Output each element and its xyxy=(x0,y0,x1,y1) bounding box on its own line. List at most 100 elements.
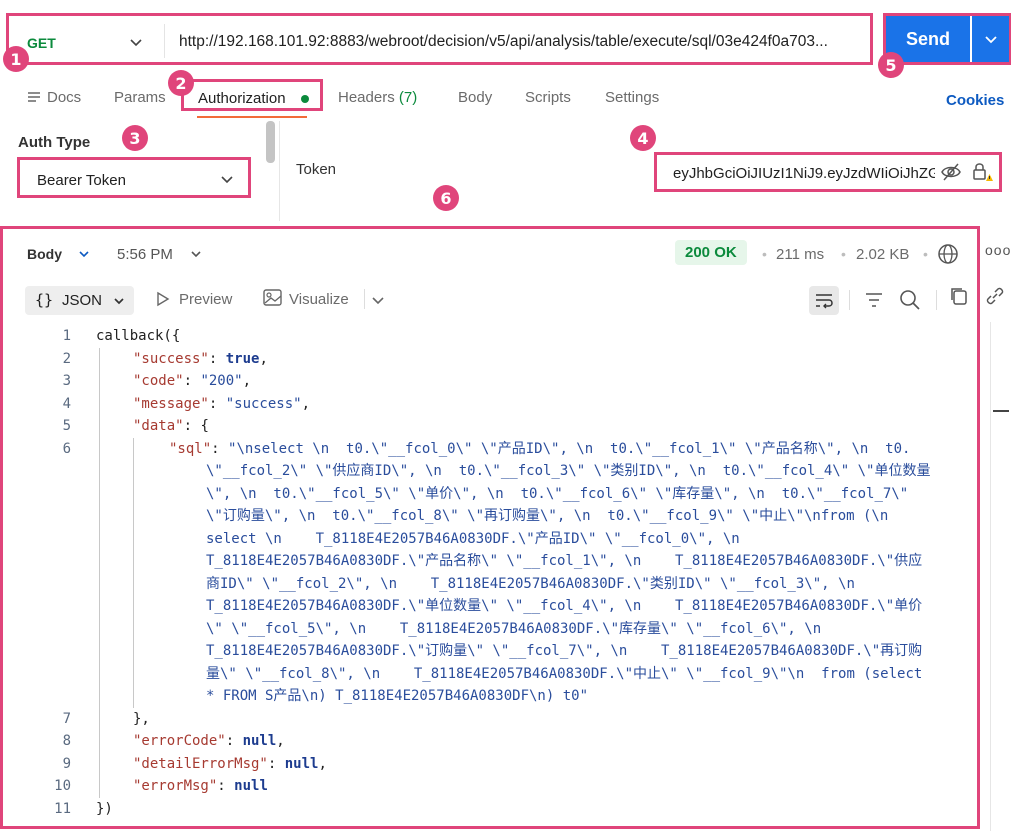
line-number: 3 xyxy=(62,373,71,389)
tab-docs[interactable]: Docs xyxy=(47,89,81,106)
json-punct: }) xyxy=(96,800,113,817)
line-number: 4 xyxy=(62,395,71,412)
copy-icon[interactable] xyxy=(949,286,969,306)
braces-icon: {} xyxy=(35,291,54,309)
json-punct: , xyxy=(301,395,311,412)
minimap-marker xyxy=(993,410,1009,412)
cookies-link[interactable]: Cookies xyxy=(946,92,1004,109)
lock-warning-icon[interactable] xyxy=(971,161,993,183)
filter-icon[interactable] xyxy=(864,291,884,309)
code-line: "success": true, xyxy=(133,348,268,370)
json-string-continuation: T_8118E4E2057B46A0830DF.\"订购量\" \"__fcol… xyxy=(206,643,923,659)
json-string-continuation: T_8118E4E2057B46A0830DF.\"单位数量\" \"__fco… xyxy=(206,598,923,614)
auth-scrollbar[interactable] xyxy=(266,121,275,163)
wrap-lines-button[interactable] xyxy=(809,286,839,315)
preview-button[interactable]: Preview xyxy=(179,291,232,308)
response-panel: Body 5:56 PM 200 OK • 211 ms • 2.02 KB •… xyxy=(0,226,980,829)
token-field[interactable]: eyJhbGciOiJIUzI1NiJ9.eyJzdWIiOiJhZG1pbiI… xyxy=(654,152,1002,192)
tab-scripts[interactable]: Scripts xyxy=(525,89,571,106)
indent-guide xyxy=(133,437,134,708)
json-colon: : xyxy=(211,440,229,457)
divider xyxy=(990,322,991,831)
visualize-button[interactable]: Visualize xyxy=(289,291,349,308)
indent-guide xyxy=(99,347,100,798)
code-line: T_8118E4E2057B46A0830DF.\"产品名称\" \"__fco… xyxy=(206,550,922,572)
response-size[interactable]: 2.02 KB xyxy=(856,246,909,263)
format-select[interactable]: {} JSON xyxy=(25,286,134,315)
link-icon[interactable] xyxy=(985,286,1005,306)
json-colon: : xyxy=(183,418,201,434)
json-string-continuation: \", \n t0.\"__fcol_5\" \"单价\", \n t0.\"_… xyxy=(206,485,909,502)
code-line: }, xyxy=(133,708,150,730)
chevron-down-icon[interactable] xyxy=(371,292,385,308)
search-icon[interactable] xyxy=(899,289,921,311)
json-value: "\nselect \n t0.\"__fcol_0\" \"产品ID\", \… xyxy=(228,440,911,457)
tab-params[interactable]: Params xyxy=(114,89,166,106)
line-number: 1 xyxy=(62,328,71,344)
json-punct: , xyxy=(259,350,268,367)
send-group: Send xyxy=(883,13,1011,65)
more-options-icon[interactable]: ooo xyxy=(985,242,1011,258)
play-icon xyxy=(156,291,170,307)
tab-headers[interactable]: Headers (7) xyxy=(338,89,417,106)
chevron-down-icon[interactable] xyxy=(129,30,143,54)
active-tab-indicator xyxy=(197,116,307,118)
json-colon: : xyxy=(183,373,201,389)
json-key: "detailErrorMsg" xyxy=(133,755,268,772)
token-label: Token xyxy=(296,161,337,178)
code-line: \"订购量\", \n t0.\"__fcol_8\" \"再订购量\", \n… xyxy=(206,505,888,527)
separator-dot: • xyxy=(841,246,846,262)
json-key: "sql" xyxy=(169,440,212,457)
method-select-label[interactable]: GET xyxy=(27,35,56,51)
response-time: 5:56 PM xyxy=(117,246,173,263)
chevron-down-icon[interactable] xyxy=(78,246,90,262)
chevron-down-icon[interactable] xyxy=(190,246,202,262)
callout-badge-1: 1 xyxy=(3,46,29,72)
callout-badge-6: 6 xyxy=(433,185,459,211)
code-line: select \n T_8118E4E2057B46A0830DF.\"产品ID… xyxy=(206,528,740,550)
tab-authorization-box[interactable]: Authorization xyxy=(181,79,323,111)
callout-badge-3: 3 xyxy=(122,125,148,151)
response-body-label[interactable]: Body xyxy=(27,246,62,262)
json-key: "message" xyxy=(133,395,209,412)
tab-headers-label: Headers xyxy=(338,89,395,106)
format-value: JSON xyxy=(62,292,103,309)
code-line: "code": "200", xyxy=(133,370,251,392)
send-options-button[interactable] xyxy=(972,16,1009,62)
json-key: "data" xyxy=(133,418,184,434)
line-number: 11 xyxy=(54,800,71,817)
json-colon: : xyxy=(208,350,226,367)
json-string-continuation: T_8118E4E2057B46A0830DF.\"产品名称\" \"__fco… xyxy=(206,553,923,569)
code-line: 商ID\" \"__fcol_2\", \n T_8118E4E2057B46A… xyxy=(206,573,855,595)
line-number xyxy=(3,595,71,617)
active-dot xyxy=(301,95,309,103)
line-number: 10 xyxy=(54,778,71,794)
code-line: 量\" \"__fcol_8\", \n T_8118E4E2057B46A08… xyxy=(206,663,922,685)
auth-type-value: Bearer Token xyxy=(37,172,126,189)
json-colon: : xyxy=(267,755,285,772)
globe-icon[interactable] xyxy=(937,243,959,265)
line-number xyxy=(3,618,71,640)
code-line: \", \n t0.\"__fcol_5\" \"单价\", \n t0.\"_… xyxy=(206,483,908,505)
status-badge[interactable]: 200 OK xyxy=(675,240,747,265)
url-input[interactable]: http://192.168.101.92:8883/webroot/decis… xyxy=(179,33,869,51)
line-number xyxy=(3,528,71,550)
line-number: 5 xyxy=(62,418,71,434)
tab-body[interactable]: Body xyxy=(458,89,492,106)
json-colon: : xyxy=(225,733,243,749)
chevron-down-icon xyxy=(113,293,125,309)
tab-authorization[interactable]: Authorization xyxy=(198,90,286,107)
json-punct: }, xyxy=(133,710,150,727)
hide-eye-icon[interactable] xyxy=(940,161,962,183)
json-colon: : xyxy=(208,395,226,412)
line-number xyxy=(3,483,71,505)
token-input[interactable]: eyJhbGciOiJIUzI1NiJ9.eyJzdWIiOiJhZG1pbiI… xyxy=(673,165,935,182)
json-string-continuation: select \n T_8118E4E2057B46A0830DF.\"产品ID… xyxy=(206,530,740,547)
callout-badge-2: 2 xyxy=(168,70,194,96)
line-number xyxy=(3,460,71,482)
code-line: "detailErrorMsg": null, xyxy=(133,753,327,775)
docs-icon xyxy=(27,91,41,105)
tab-settings[interactable]: Settings xyxy=(605,89,659,106)
auth-type-select[interactable]: Bearer Token xyxy=(17,157,251,198)
response-duration[interactable]: 211 ms xyxy=(776,246,824,263)
